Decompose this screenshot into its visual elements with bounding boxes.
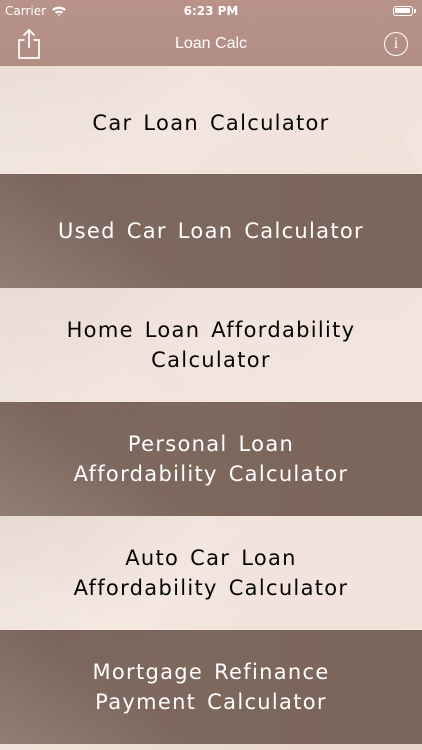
auto-car-loan-affordability-calculator-button[interactable]: Auto Car Loan Affordability Calculator bbox=[0, 516, 422, 630]
status-bar: Carrier 6:23 PM bbox=[0, 0, 422, 22]
loan-calc-screen: Carrier 6:23 PM Loan Calc i Car Loan Cal… bbox=[0, 0, 422, 750]
calculator-label: Car Loan Calculator bbox=[92, 111, 330, 135]
status-time: 6:23 PM bbox=[183, 4, 239, 18]
calculator-label: Mortgage Refinance Payment Calculator bbox=[92, 660, 330, 714]
home-loan-affordability-calculator-button[interactable]: Home Loan Affordability Calculator bbox=[0, 288, 422, 402]
used-car-loan-calculator-button[interactable]: Used Car Loan Calculator bbox=[0, 174, 422, 288]
car-loan-calculator-button[interactable]: Car Loan Calculator bbox=[0, 66, 422, 180]
page-title: Loan Calc bbox=[174, 35, 248, 52]
calculator-label: Home Loan Affordability Calculator bbox=[66, 318, 356, 372]
mortgage-refinance-payment-calculator-button[interactable]: Mortgage Refinance Payment Calculator bbox=[0, 630, 422, 744]
navigation-bar: Loan Calc i bbox=[0, 22, 422, 66]
calculator-label: Auto Car Loan Affordability Calculator bbox=[73, 546, 349, 600]
battery-icon bbox=[393, 6, 416, 16]
calculator-list: Car Loan Calculator Used Car Loan Calcul… bbox=[0, 66, 422, 750]
info-icon[interactable]: i bbox=[384, 32, 408, 56]
calculator-label: Used Car Loan Calculator bbox=[58, 219, 364, 243]
top-navigation-bar: Carrier 6:23 PM Loan Calc i bbox=[0, 0, 422, 66]
personal-loan-affordability-calculator-button[interactable]: Personal Loan Affordability Calculator bbox=[0, 402, 422, 516]
calculator-label: Personal Loan Affordability Calculator bbox=[73, 432, 349, 486]
